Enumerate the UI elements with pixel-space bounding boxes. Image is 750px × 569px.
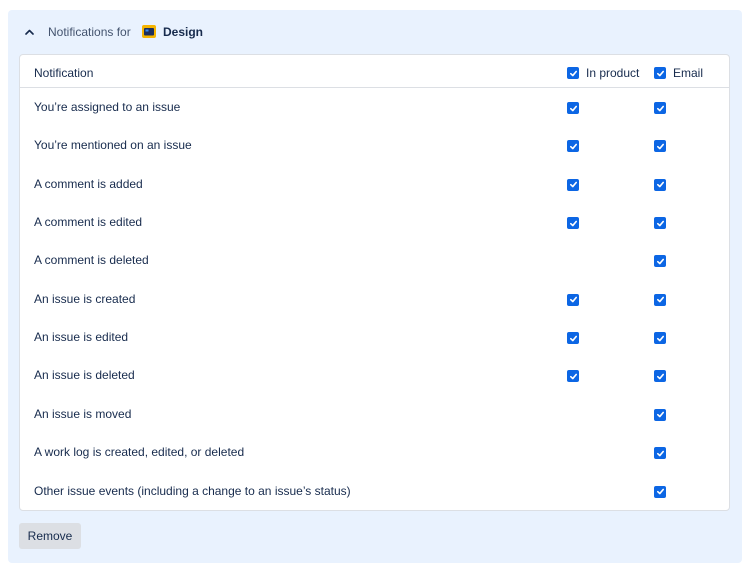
- checkmark-icon: [569, 335, 577, 341]
- table-row: A work log is created, edited, or delete…: [20, 433, 729, 471]
- table-row: A comment is edited: [20, 203, 729, 241]
- notification-panel: Notifications for Design Notification In…: [8, 10, 742, 563]
- in-product-checkbox[interactable]: [567, 370, 579, 383]
- email-checkbox[interactable]: [654, 102, 666, 114]
- header-prefix: Notifications for: [48, 25, 131, 39]
- checkmark-icon: [569, 70, 577, 76]
- checkmark-icon: [569, 296, 577, 303]
- table-header: Notification In product Email: [20, 55, 729, 88]
- column-header-in-product-label: In product: [586, 66, 640, 80]
- checkmark-icon: [656, 220, 664, 226]
- notification-label: A work log is created, edited, or delete…: [34, 445, 245, 460]
- in-product-checkbox[interactable]: [567, 332, 579, 345]
- checkmark-icon: [656, 296, 664, 303]
- checkmark-icon: [656, 450, 664, 457]
- notification-label: You’re mentioned on an issue: [34, 138, 192, 153]
- checkmark-icon: [656, 335, 664, 341]
- notification-label: An issue is edited: [34, 330, 129, 345]
- notification-label: A comment is deleted: [34, 253, 149, 268]
- project-folder-icon: [142, 25, 156, 38]
- email-checkbox[interactable]: [654, 332, 666, 345]
- email-checkbox[interactable]: [654, 293, 666, 306]
- checkmark-icon: [569, 220, 577, 226]
- email-checkbox[interactable]: [654, 447, 666, 460]
- notification-label: A comment is added: [34, 176, 143, 191]
- email-checkbox[interactable]: [654, 255, 666, 268]
- remove-button[interactable]: Remove: [19, 523, 81, 549]
- checkmark-icon: [656, 258, 664, 265]
- email-checkbox[interactable]: [654, 217, 666, 230]
- table-row: A comment is deleted: [20, 241, 729, 279]
- checkmark-icon: [569, 373, 577, 380]
- panel-header: Notifications for Design: [8, 10, 742, 54]
- table-row: You’re assigned to an issue: [20, 88, 729, 126]
- email-checkbox[interactable]: [654, 140, 666, 153]
- notification-table: Notification In product Email You’re ass…: [19, 54, 730, 511]
- select-all-in-product-checkbox[interactable]: [567, 67, 579, 79]
- table-row: You’re mentioned on an issue: [20, 126, 729, 164]
- notification-label: An issue is moved: [34, 406, 132, 421]
- email-checkbox[interactable]: [654, 485, 666, 498]
- table-row: An issue is edited: [20, 318, 729, 356]
- table-row: A comment is added: [20, 165, 729, 203]
- email-checkbox[interactable]: [654, 408, 666, 421]
- checkmark-icon: [656, 70, 664, 76]
- column-header-in-product: In product: [567, 66, 639, 80]
- in-product-checkbox[interactable]: [567, 102, 579, 114]
- checkmark-icon: [656, 105, 664, 111]
- notification-label: An issue is created: [34, 291, 136, 306]
- notification-label: You’re assigned to an issue: [34, 100, 181, 114]
- chevron-up-icon: [24, 29, 34, 35]
- in-product-checkbox[interactable]: [567, 178, 579, 191]
- column-header-notification: Notification: [34, 66, 94, 80]
- in-product-checkbox[interactable]: [567, 293, 579, 306]
- table-row: An issue is moved: [20, 395, 729, 433]
- in-product-checkbox[interactable]: [567, 217, 579, 230]
- column-header-email: Email: [654, 66, 703, 80]
- checkmark-icon: [656, 373, 664, 380]
- checkmark-icon: [569, 143, 577, 150]
- collapse-button[interactable]: [22, 25, 36, 39]
- project-name: Design: [163, 25, 204, 39]
- checkmark-icon: [569, 105, 577, 111]
- column-header-email-label: Email: [673, 66, 704, 80]
- email-checkbox[interactable]: [654, 178, 666, 191]
- notification-label: An issue is deleted: [34, 368, 135, 383]
- checkmark-icon: [569, 181, 577, 188]
- table-row: Other issue events (including a change t…: [20, 472, 729, 510]
- table-row: An issue is created: [20, 280, 729, 318]
- select-all-email-checkbox[interactable]: [654, 67, 666, 79]
- checkmark-icon: [656, 143, 664, 150]
- in-product-checkbox[interactable]: [567, 140, 579, 153]
- notification-label: A comment is edited: [34, 215, 143, 230]
- notification-label: Other issue events (including a change t…: [34, 483, 351, 498]
- checkmark-icon: [656, 488, 664, 495]
- checkmark-icon: [656, 181, 664, 188]
- checkmark-icon: [656, 412, 664, 418]
- table-row: An issue is deleted: [20, 356, 729, 394]
- email-checkbox[interactable]: [654, 370, 666, 383]
